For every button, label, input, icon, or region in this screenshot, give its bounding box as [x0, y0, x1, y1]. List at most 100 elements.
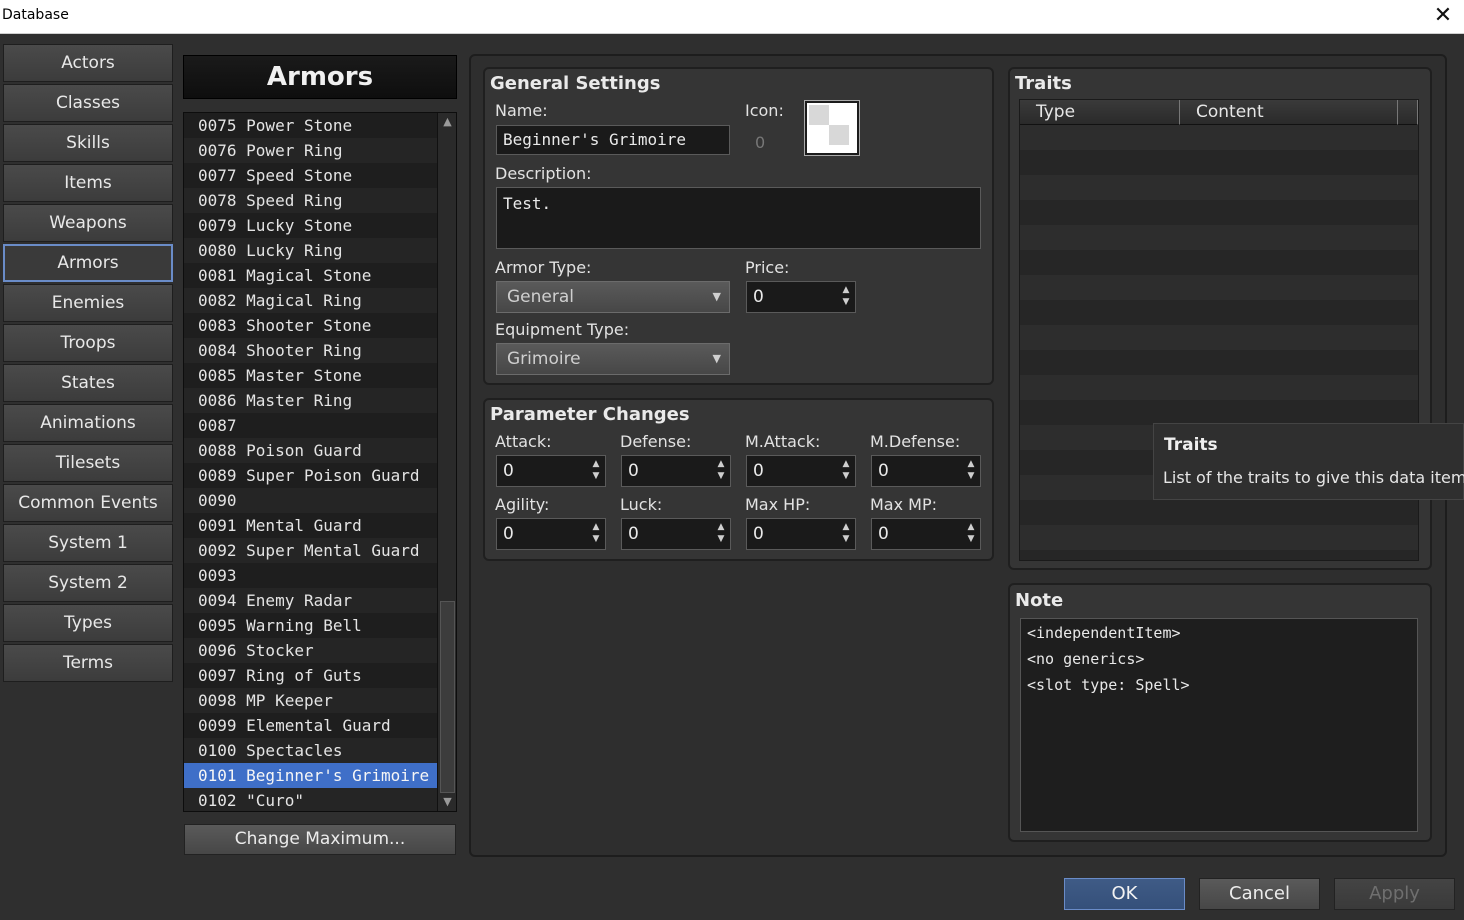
param-stepper[interactable]: 0 ▲ ▼ — [871, 518, 981, 550]
spin-arrows-icon[interactable]: ▲ ▼ — [591, 521, 601, 547]
list-scrollbar[interactable]: ▲ ▼ — [437, 113, 456, 811]
param-label: Max MP: — [870, 495, 938, 514]
equipment-type-select[interactable]: Grimoire ▼ — [496, 343, 730, 375]
list-item[interactable]: 0086 Master Ring — [184, 388, 437, 413]
trait-row[interactable] — [1020, 550, 1418, 560]
note-textarea[interactable]: <independentItem> <no generics> <slot type… — [1020, 618, 1418, 832]
spin-arrows-icon[interactable]: ▲ ▼ — [841, 458, 851, 484]
trait-row[interactable] — [1020, 225, 1418, 250]
list-item[interactable]: 0083 Shooter Stone — [184, 313, 437, 338]
trait-row[interactable] — [1020, 375, 1418, 400]
ok-button[interactable]: OK — [1064, 878, 1185, 910]
param-stepper[interactable]: 0 ▲ ▼ — [496, 518, 606, 550]
trait-row[interactable] — [1020, 200, 1418, 225]
trait-row[interactable] — [1020, 525, 1418, 550]
param-label: M.Attack: — [745, 432, 821, 451]
trait-row[interactable] — [1020, 250, 1418, 275]
list-item[interactable]: 0085 Master Stone — [184, 363, 437, 388]
trait-row[interactable] — [1020, 300, 1418, 325]
param-stepper[interactable]: 0 ▲ ▼ — [746, 518, 856, 550]
close-icon[interactable]: ✕ — [1432, 2, 1454, 30]
traits-col-content[interactable]: Content — [1180, 100, 1398, 125]
trait-row[interactable] — [1020, 350, 1418, 375]
nav-armors[interactable]: Armors — [3, 244, 173, 282]
price-stepper[interactable]: 0 ▲ ▼ — [746, 281, 856, 313]
list-item[interactable]: 0078 Speed Ring — [184, 188, 437, 213]
nav-states[interactable]: States — [3, 364, 173, 402]
list-item[interactable]: 0087 — [184, 413, 437, 438]
trait-row[interactable] — [1020, 175, 1418, 200]
icon-picker[interactable] — [804, 100, 860, 156]
apply-button[interactable]: Apply — [1334, 878, 1455, 910]
spin-arrows-icon[interactable]: ▲ ▼ — [966, 458, 976, 484]
scroll-thumb[interactable] — [440, 601, 455, 793]
list-item[interactable]: 0091 Mental Guard — [184, 513, 437, 538]
nav-common-events[interactable]: Common Events — [3, 484, 173, 522]
nav-troops[interactable]: Troops — [3, 324, 173, 362]
list-item[interactable]: 0096 Stocker — [184, 638, 437, 663]
list-item[interactable]: 0092 Super Mental Guard — [184, 538, 437, 563]
list-item[interactable]: 0100 Spectacles — [184, 738, 437, 763]
nav-system-2[interactable]: System 2 — [3, 564, 173, 602]
traits-col-type[interactable]: Type — [1020, 100, 1180, 125]
trait-row[interactable] — [1020, 150, 1418, 175]
param-value: 0 — [503, 524, 514, 544]
spin-arrows-icon[interactable]: ▲ ▼ — [841, 284, 851, 310]
spin-arrows-icon[interactable]: ▲ ▼ — [966, 521, 976, 547]
nav-types[interactable]: Types — [3, 604, 173, 642]
nav-animations[interactable]: Animations — [3, 404, 173, 442]
list-item[interactable]: 0089 Super Poison Guard — [184, 463, 437, 488]
list-item[interactable]: 0079 Lucky Stone — [184, 213, 437, 238]
param-stepper[interactable]: 0 ▲ ▼ — [871, 455, 981, 487]
trait-row[interactable] — [1020, 400, 1418, 425]
armor-type-select[interactable]: General ▼ — [496, 281, 730, 313]
nav-weapons[interactable]: Weapons — [3, 204, 173, 242]
armor-list[interactable]: 0075 Power Stone 0076 Power Ring 0077 Spee… — [183, 112, 457, 812]
list-item[interactable]: 0099 Elemental Guard — [184, 713, 437, 738]
cancel-button[interactable]: Cancel — [1199, 878, 1320, 910]
nav-actors[interactable]: Actors — [3, 44, 173, 82]
spin-arrows-icon[interactable]: ▲ ▼ — [591, 458, 601, 484]
nav-terms[interactable]: Terms — [3, 644, 173, 682]
list-item[interactable]: 0084 Shooter Ring — [184, 338, 437, 363]
armor-type-value: General — [507, 287, 574, 307]
list-item[interactable]: 0090 — [184, 488, 437, 513]
icon-checker-cell — [829, 125, 849, 145]
nav-items[interactable]: Items — [3, 164, 173, 202]
trait-row[interactable] — [1020, 325, 1418, 350]
param-stepper[interactable]: 0 ▲ ▼ — [496, 455, 606, 487]
param-stepper[interactable]: 0 ▲ ▼ — [746, 455, 856, 487]
spin-arrows-icon[interactable]: ▲ ▼ — [716, 521, 726, 547]
nav-skills[interactable]: Skills — [3, 124, 173, 162]
list-item[interactable]: 0093 — [184, 563, 437, 588]
spin-arrows-icon[interactable]: ▲ ▼ — [716, 458, 726, 484]
trait-row[interactable] — [1020, 275, 1418, 300]
scroll-up-icon[interactable]: ▲ — [438, 113, 456, 131]
list-item[interactable]: 0101 Beginner's Grimoire — [184, 763, 437, 788]
trait-row[interactable] — [1020, 125, 1418, 150]
list-item[interactable]: 0095 Warning Bell — [184, 613, 437, 638]
scroll-down-icon[interactable]: ▼ — [438, 793, 456, 811]
list-item[interactable]: 0097 Ring of Guts — [184, 663, 437, 688]
param-stepper[interactable]: 0 ▲ ▼ — [621, 518, 731, 550]
name-field[interactable]: Beginner's Grimoire — [496, 125, 730, 155]
change-maximum-button[interactable]: Change Maximum... — [184, 824, 456, 855]
nav-enemies[interactable]: Enemies — [3, 284, 173, 322]
nav-system-1[interactable]: System 1 — [3, 524, 173, 562]
spin-arrows-icon[interactable]: ▲ ▼ — [841, 521, 851, 547]
list-item[interactable]: 0094 Enemy Radar — [184, 588, 437, 613]
list-item[interactable]: 0098 MP Keeper — [184, 688, 437, 713]
list-item[interactable]: 0102 "Curo" — [184, 788, 437, 811]
list-item[interactable]: 0081 Magical Stone — [184, 263, 437, 288]
param-stepper[interactable]: 0 ▲ ▼ — [621, 455, 731, 487]
list-item[interactable]: 0075 Power Stone — [184, 113, 437, 138]
list-item[interactable]: 0082 Magical Ring — [184, 288, 437, 313]
list-item[interactable]: 0080 Lucky Ring — [184, 238, 437, 263]
nav-tilesets[interactable]: Tilesets — [3, 444, 173, 482]
description-field[interactable]: Test. — [496, 187, 981, 249]
list-item[interactable]: 0077 Speed Stone — [184, 163, 437, 188]
nav-classes[interactable]: Classes — [3, 84, 173, 122]
list-item[interactable]: 0088 Poison Guard — [184, 438, 437, 463]
list-item[interactable]: 0076 Power Ring — [184, 138, 437, 163]
trait-row[interactable] — [1020, 500, 1418, 525]
